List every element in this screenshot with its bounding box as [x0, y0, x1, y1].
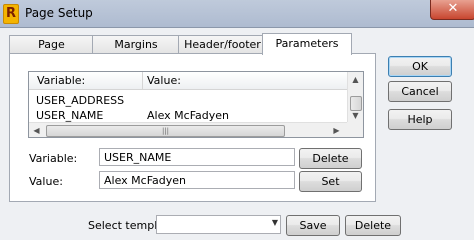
horizontal-scrollbar[interactable]: ◀ ||| ▶	[29, 122, 347, 137]
scrollbar-corner	[347, 122, 363, 137]
vertical-scrollbar[interactable]: ▲ ▼	[347, 72, 363, 122]
delete-template-button[interactable]: Delete	[345, 215, 401, 236]
scroll-down-icon[interactable]: ▼	[348, 108, 363, 123]
scroll-left-icon[interactable]: ◀	[29, 123, 44, 137]
tab-margins[interactable]: Margins	[92, 35, 180, 53]
tab-header-footer[interactable]: Header/footer	[178, 35, 267, 53]
horizontal-scroll-thumb[interactable]: |||	[46, 125, 285, 137]
template-select[interactable]: ▼	[156, 215, 281, 234]
tab-page[interactable]: Page	[9, 35, 94, 53]
chevron-down-icon: ▼	[271, 218, 278, 227]
column-header-value[interactable]: Value:	[147, 74, 181, 87]
cancel-button[interactable]: Cancel	[388, 81, 452, 102]
close-button[interactable]: ✕	[430, 0, 474, 20]
title-bar: R Page Setup ✕	[0, 0, 474, 28]
list-item[interactable]: USER_NAME Alex McFadyen	[29, 109, 347, 123]
value-label: Value:	[29, 175, 63, 188]
value-cell: Alex McFadyen	[147, 109, 229, 122]
delete-variable-button[interactable]: Delete	[299, 148, 362, 169]
window-title: Page Setup	[25, 6, 93, 20]
variable-cell: USER_ADDRESS	[36, 94, 125, 107]
column-header-variable[interactable]: Variable:	[37, 74, 85, 87]
tab-parameters[interactable]: Parameters	[262, 33, 352, 55]
variable-field[interactable]: USER_NAME	[99, 148, 295, 166]
parameters-list[interactable]: Variable: Value: USER_ADDRESS USER_NAME …	[28, 71, 364, 138]
set-button[interactable]: Set	[299, 171, 362, 192]
app-icon: R	[3, 4, 19, 24]
scroll-right-icon[interactable]: ▶	[329, 123, 344, 137]
help-button[interactable]: Help	[388, 109, 452, 130]
list-item[interactable]: USER_ADDRESS	[29, 94, 347, 108]
variable-label: Variable:	[29, 152, 78, 165]
ok-button[interactable]: OK	[388, 56, 452, 77]
column-divider[interactable]	[142, 72, 143, 89]
save-template-button[interactable]: Save	[286, 215, 340, 236]
list-header: Variable: Value:	[29, 72, 347, 90]
scroll-up-icon[interactable]: ▲	[348, 72, 363, 87]
value-field[interactable]: Alex McFadyen	[99, 171, 295, 189]
variable-cell: USER_NAME	[36, 109, 104, 122]
